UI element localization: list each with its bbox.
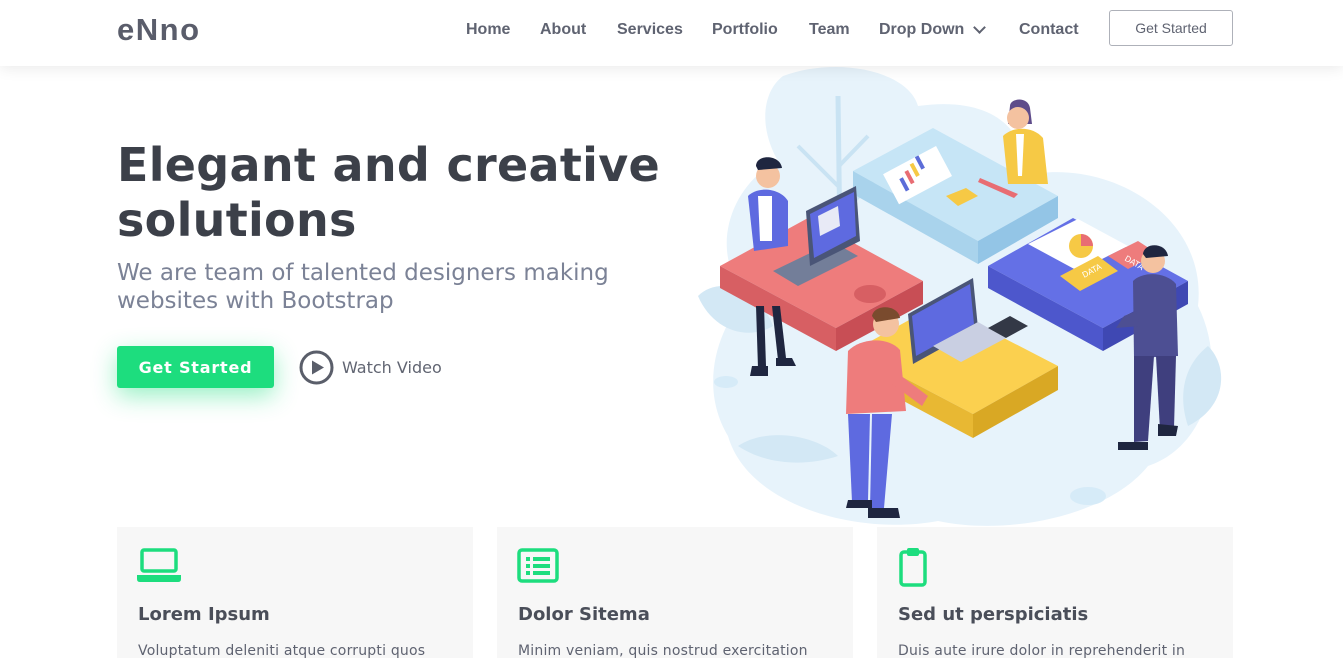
nav-about[interactable]: About — [540, 21, 617, 39]
feature-card: Lorem Ipsum Voluptatum deleniti atque co… — [117, 527, 473, 658]
laptop-icon — [137, 548, 181, 582]
logo[interactable]: eNno — [117, 12, 201, 48]
nav-team[interactable]: Team — [809, 21, 879, 39]
hero-title: Elegant and creative solutions — [117, 138, 677, 248]
list-icon — [517, 548, 559, 583]
hero-get-started-button[interactable]: Get Started — [117, 346, 274, 388]
person-woman — [1003, 99, 1048, 184]
hero-subtitle-line2: websites with Bootstrap — [117, 288, 394, 314]
nav-services[interactable]: Services — [617, 21, 712, 39]
main-nav: Home About Services Portfolio Team Drop … — [466, 20, 1079, 39]
feature-card: Sed ut perspiciatis Duis aute irure dolo… — [877, 527, 1233, 658]
feature-text: Voluptatum deleniti atque corrupti quos — [138, 643, 426, 658]
feature-title: Dolor Sitema — [518, 604, 650, 625]
nav-home[interactable]: Home — [466, 21, 540, 39]
nav-contact[interactable]: Contact — [1019, 21, 1079, 39]
hero-title-line1: Elegant and creative — [117, 138, 660, 192]
clipboard-icon — [899, 548, 927, 587]
hero-subtitle: We are team of talented designers making… — [117, 259, 657, 315]
hero-subtitle-line1: We are team of talented designers making — [117, 260, 609, 286]
feature-title: Lorem Ipsum — [138, 604, 270, 625]
feature-text: Minim veniam, quis nostrud exercitation — [518, 643, 808, 658]
nav-dropdown-label: Drop Down — [879, 21, 965, 38]
feature-card: Dolor Sitema Minim veniam, quis nostrud … — [497, 527, 853, 658]
nav-dropdown[interactable]: Drop Down — [879, 20, 1019, 39]
feature-text: Duis aute irure dolor in reprehenderit i… — [898, 643, 1186, 658]
page: eNno Home About Services Portfolio Team … — [0, 0, 1343, 658]
header-get-started-button[interactable]: Get Started — [1109, 10, 1233, 46]
nav-portfolio[interactable]: Portfolio — [712, 21, 809, 39]
hero-title-line2: solutions — [117, 193, 357, 247]
puddle-shape — [1070, 487, 1106, 505]
watch-video-button[interactable]: Watch Video — [299, 350, 442, 385]
play-circle-icon — [299, 350, 334, 385]
hero-illustration: DATA DATA — [698, 67, 1222, 526]
site-header: eNno Home About Services Portfolio Team … — [0, 0, 1343, 66]
chevron-down-icon — [973, 20, 987, 34]
feature-title: Sed ut perspiciatis — [898, 604, 1089, 625]
watch-video-label: Watch Video — [342, 358, 442, 377]
puddle-shape — [714, 376, 738, 388]
